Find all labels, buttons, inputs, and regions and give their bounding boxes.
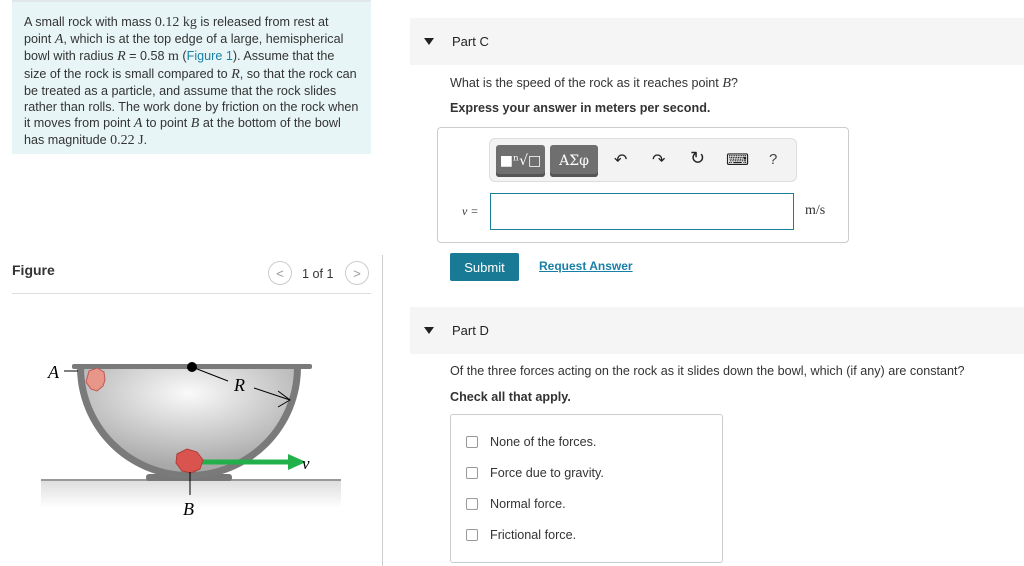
text: ? [730, 76, 738, 90]
prev-figure-button[interactable]: < [268, 261, 292, 285]
option-label: Normal force. [490, 497, 566, 511]
reset-icon[interactable]: ↻ [690, 148, 705, 169]
option-normal[interactable]: Normal force. [466, 497, 566, 511]
undo-icon[interactable]: ↶ [614, 150, 627, 170]
text: . [143, 133, 148, 148]
figure-pager: 1 of 1 [302, 267, 334, 281]
request-answer-link[interactable]: Request Answer [539, 259, 633, 273]
panel-divider [382, 255, 383, 566]
greek-symbols-button[interactable]: ΑΣφ [550, 145, 598, 177]
unit: kg [182, 15, 197, 30]
templates-button[interactable]: ■ⁿ√□ [496, 145, 545, 177]
var: B [722, 76, 731, 91]
help-icon[interactable]: ? [769, 151, 777, 168]
unit-label: m/s [805, 203, 826, 218]
var: R [231, 66, 240, 82]
figure-heading: Figure [12, 262, 55, 278]
label-B: B [183, 499, 194, 519]
submit-button[interactable]: Submit [450, 253, 519, 281]
problem-statement: A small rock with mass 0.12 kg is releas… [12, 0, 371, 154]
part-d-header[interactable]: Part D [410, 307, 1024, 354]
option-none[interactable]: None of the forces. [466, 435, 596, 449]
work-value: 0.22 [110, 133, 139, 149]
label-A: A [47, 362, 60, 382]
text: = 0.58 [125, 49, 169, 64]
text: What is the speed of the rock as it reac… [450, 76, 723, 90]
part-c-question: What is the speed of the rock as it reac… [450, 76, 738, 92]
speed-input[interactable] [490, 193, 794, 230]
checkbox[interactable] [466, 529, 478, 541]
option-friction[interactable]: Frictional force. [466, 528, 576, 542]
option-gravity[interactable]: Force due to gravity. [466, 466, 604, 480]
keyboard-icon[interactable]: ⌨ [726, 150, 749, 170]
checkbox[interactable] [466, 498, 478, 510]
part-d-title: Part D [452, 323, 489, 338]
text: ( [178, 49, 187, 64]
divider [12, 293, 371, 294]
figure-link[interactable]: Figure 1 [187, 49, 233, 63]
unit: m [168, 49, 179, 65]
option-label: Force due to gravity. [490, 466, 604, 480]
checkbox[interactable] [466, 467, 478, 479]
var: R [117, 49, 126, 65]
option-label: None of the forces. [490, 435, 597, 449]
next-figure-button[interactable]: > [345, 261, 369, 285]
option-label: Frictional force. [490, 528, 577, 542]
part-c-title: Part C [452, 34, 489, 49]
text: to point [142, 116, 191, 131]
text: A small rock with mass [24, 15, 155, 29]
checkbox[interactable] [466, 436, 478, 448]
bowl-figure: A R v B [41, 362, 341, 519]
collapse-triangle-icon [424, 327, 434, 334]
label-v: v [302, 454, 310, 473]
part-d-question: Of the three forces acting on the rock a… [450, 364, 965, 378]
label-R: R [233, 375, 245, 395]
variable-label: v = [462, 204, 479, 218]
redo-icon[interactable]: ↷ [652, 150, 665, 170]
part-c-instruction: Express your answer in meters per second… [450, 101, 711, 115]
mass-value: 0.12 [154, 15, 180, 30]
collapse-triangle-icon [424, 38, 434, 45]
part-c-header[interactable]: Part C [410, 18, 1024, 65]
part-d-instruction: Check all that apply. [450, 390, 571, 404]
